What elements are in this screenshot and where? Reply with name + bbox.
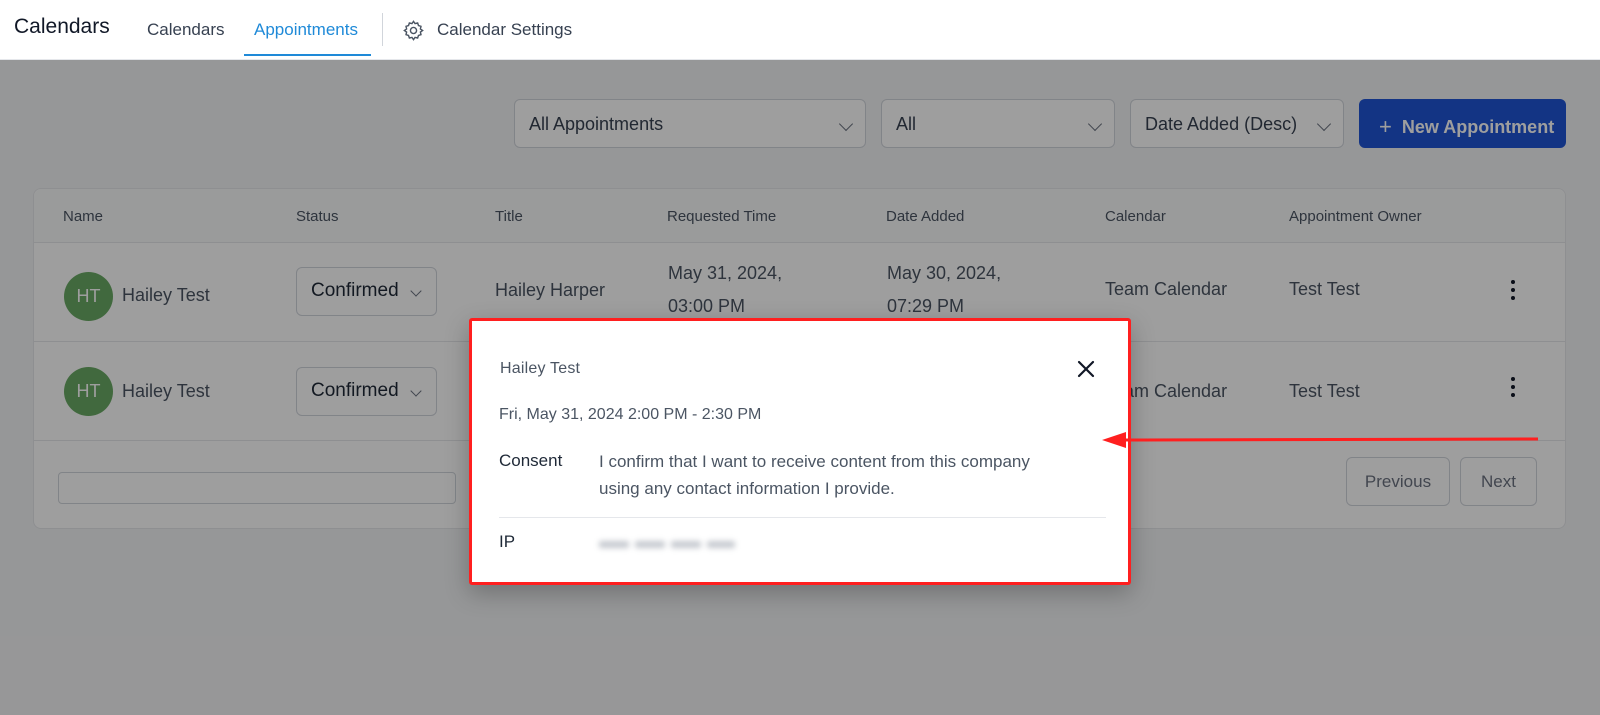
top-nav-bar: Calendars Calendars Appointments Calenda… [0,0,1600,60]
popup-divider [499,517,1106,518]
popup-appointment-time: Fri, May 31, 2024 2:00 PM - 2:30 PM [499,406,762,423]
consent-text-line: using any contact information I provide. [599,479,895,498]
gear-icon[interactable] [402,19,425,42]
consent-label: Consent [499,451,563,470]
consent-text: I confirm that I want to receive content… [599,448,1030,502]
close-icon[interactable] [1075,358,1097,380]
nav-divider [382,13,383,46]
tab-appointments[interactable]: Appointments [254,20,358,40]
consent-text-line: I confirm that I want to receive content… [599,452,1030,471]
app-title: Calendars [14,15,110,38]
ip-value-redacted [599,534,737,556]
popup-contact-name: Hailey Test [500,360,581,377]
calendar-settings-link[interactable]: Calendar Settings [437,20,572,40]
active-tab-indicator [244,54,371,56]
annotation-arrow-icon [1102,432,1539,448]
ip-label: IP [499,532,516,551]
appointment-details-popup: Hailey Test Fri, May 31, 2024 2:00 PM - … [469,318,1131,585]
tab-calendars[interactable]: Calendars [147,20,225,40]
